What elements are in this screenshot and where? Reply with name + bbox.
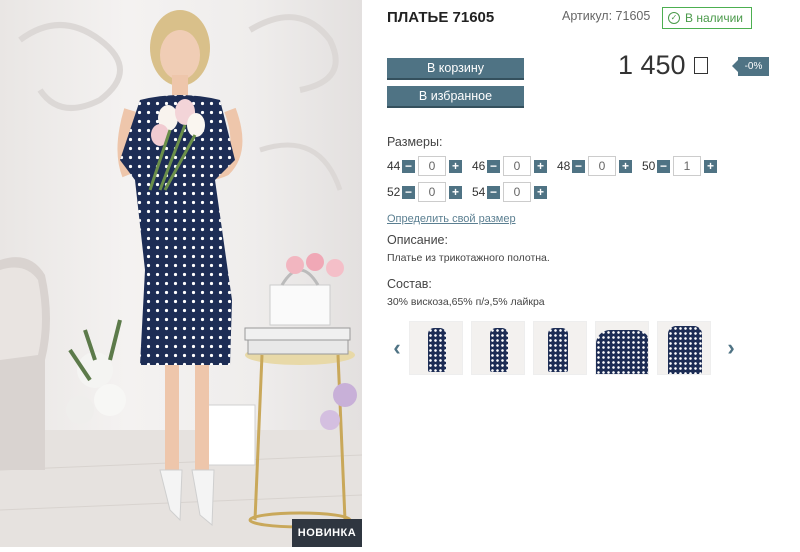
- composition-text: 30% вискоза,65% п/э,5% лайкра: [387, 296, 545, 308]
- minus-icon[interactable]: −: [487, 185, 500, 199]
- minus-icon[interactable]: −: [487, 159, 500, 173]
- new-badge: НОВИНКА: [292, 519, 362, 547]
- thumbnail-gallery: ‹ ›: [387, 321, 741, 375]
- price-value: 1 450: [618, 50, 686, 80]
- size-selector-46: 46 − +: [472, 156, 547, 176]
- product-photo-illustration: [0, 10, 362, 547]
- currency-icon: [693, 57, 708, 74]
- plus-icon[interactable]: +: [619, 159, 632, 173]
- thumbnail-back[interactable]: [471, 321, 525, 375]
- thumbnail-side[interactable]: [533, 321, 587, 375]
- size-row: 52 − + 54 − +: [387, 182, 557, 202]
- minus-icon[interactable]: −: [402, 185, 415, 199]
- quantity-input[interactable]: [673, 156, 701, 176]
- product-title: ПЛАТЬЕ 71605: [387, 9, 495, 26]
- size-number: 44: [387, 159, 401, 173]
- size-number: 50: [642, 159, 656, 173]
- size-guide-link[interactable]: Определить свой размер: [387, 213, 516, 225]
- size-selector-44: 44 − +: [387, 156, 462, 176]
- thumbnail-closeup[interactable]: [595, 321, 649, 375]
- minus-icon[interactable]: −: [402, 159, 415, 173]
- size-number: 54: [472, 185, 486, 199]
- quantity-input[interactable]: [503, 182, 531, 202]
- product-photo[interactable]: НОВИНКА: [0, 0, 362, 547]
- quantity-input[interactable]: [418, 182, 446, 202]
- size-selector-54: 54 − +: [472, 182, 547, 202]
- stock-status: ✓ В наличии: [662, 7, 752, 29]
- size-number: 46: [472, 159, 486, 173]
- quantity-input[interactable]: [588, 156, 616, 176]
- size-number: 48: [557, 159, 571, 173]
- add-to-cart-button[interactable]: В корзину: [387, 58, 524, 78]
- plus-icon[interactable]: +: [449, 159, 462, 173]
- thumbnail-detail[interactable]: [657, 321, 711, 375]
- chevron-right-icon[interactable]: ›: [721, 321, 741, 375]
- add-to-favorites-button[interactable]: В избранное: [387, 86, 524, 106]
- chevron-left-icon[interactable]: ‹: [387, 321, 407, 375]
- check-circle-icon: ✓: [668, 12, 680, 24]
- description-text: Платье из трикотажного полотна.: [387, 252, 550, 264]
- quantity-input[interactable]: [503, 156, 531, 176]
- minus-icon[interactable]: −: [657, 159, 670, 173]
- sizes-label: Размеры:: [387, 135, 443, 149]
- price: 1 450: [618, 50, 708, 81]
- plus-icon[interactable]: +: [704, 159, 717, 173]
- minus-icon[interactable]: −: [572, 159, 585, 173]
- plus-icon[interactable]: +: [534, 185, 547, 199]
- description-label: Описание:: [387, 233, 448, 247]
- size-row: 44 − + 46 − + 48 − + 50 − +: [387, 156, 727, 176]
- size-selector-48: 48 − +: [557, 156, 632, 176]
- quantity-input[interactable]: [418, 156, 446, 176]
- size-number: 52: [387, 185, 401, 199]
- size-selector-50: 50 − +: [642, 156, 717, 176]
- composition-label: Состав:: [387, 277, 432, 291]
- discount-badge: -0%: [732, 57, 769, 76]
- thumbnail-front[interactable]: [409, 321, 463, 375]
- size-selector-52: 52 − +: [387, 182, 462, 202]
- sku-label: Артикул: 71605: [562, 9, 651, 23]
- plus-icon[interactable]: +: [534, 159, 547, 173]
- stock-label: В наличии: [685, 11, 744, 25]
- plus-icon[interactable]: +: [449, 185, 462, 199]
